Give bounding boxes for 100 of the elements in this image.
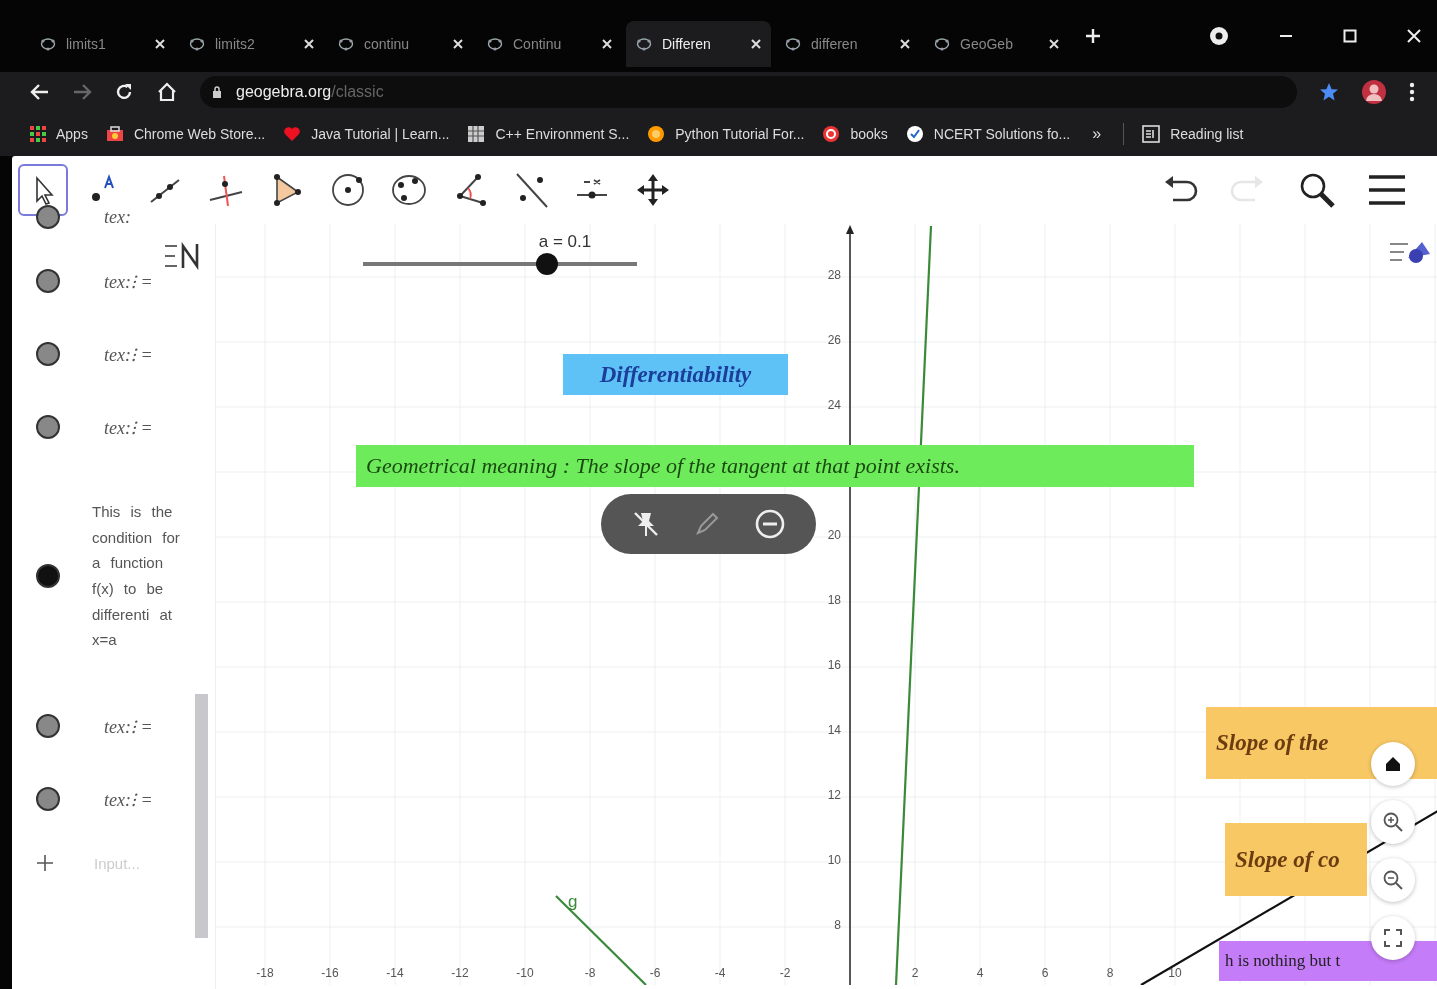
browser-tab[interactable]: limits2 [179,21,324,67]
visibility-toggle[interactable] [36,268,60,293]
algebra-text: tex:⁝ = [104,270,153,293]
geogebra-logo-icon [40,37,56,51]
fullscreen-button[interactable] [1371,916,1415,960]
visibility-toggle[interactable] [36,341,60,366]
store-icon [105,126,124,142]
text-box: Geometrical meaning : The slope of the tangent at that point exists. [356,445,1194,487]
reading-list-icon [1142,125,1161,143]
reload-icon[interactable] [114,82,134,102]
bookmark[interactable]: Python Tutorial For... [647,125,805,143]
visibility-toggle[interactable] [36,786,60,811]
geogebra-logo-icon [785,37,801,51]
zoom-out-button[interactable] [1371,858,1415,902]
lock-icon [212,86,222,98]
geogebra-logo-icon [636,37,652,51]
axis-label: 26 [826,333,841,347]
text-box: h is nothing but t [1219,941,1437,981]
apps-grid-icon [30,126,46,142]
forward-arrow-icon[interactable] [72,83,92,101]
axis-label: 12 [826,788,841,802]
circle-icon [822,125,841,143]
bookmark[interactable]: Apps [30,126,88,142]
menu-icon[interactable] [1367,172,1407,208]
algebra-text: This is the condition for a function f(x) to be differenti at x=a [92,501,181,651]
browser-tab[interactable]: Continu [477,21,622,67]
close-icon[interactable] [751,39,761,49]
axis-label: -10 [515,966,535,980]
geogebra-logo-icon [189,37,205,51]
scrollbar[interactable] [195,694,208,938]
browser-tab[interactable]: continu [328,21,473,67]
axis-label: 10 [826,853,841,867]
visibility-toggle[interactable] [36,205,60,229]
axis-label: 10 [1167,966,1183,980]
visibility-toggle[interactable] [36,414,60,439]
address-field[interactable]: geogebra.org/classic [200,76,1297,108]
axis-label: 16 [826,658,841,672]
bookmark[interactable]: books [822,125,888,143]
close-icon[interactable] [155,39,165,49]
geogebra-logo-icon [934,37,950,51]
axis-label: -4 [713,966,727,980]
zoom-in-button[interactable] [1371,800,1415,844]
axis-label: -2 [778,966,792,980]
minus-circle-icon[interactable] [754,508,787,540]
slider-thumb[interactable] [535,253,558,275]
close-icon[interactable] [453,39,463,49]
maximize-icon[interactable] [1343,29,1357,43]
text-box: Differentiability [563,354,788,395]
more-bookmarks-button[interactable]: » [1088,125,1106,143]
bookmark[interactable]: C++ Environment S... [467,125,630,143]
home-icon[interactable] [156,82,178,102]
new-tab-icon[interactable] [1085,28,1101,44]
reading-list[interactable]: Reading list [1142,125,1244,143]
axis-label: 2 [910,966,920,980]
browser-tab[interactable]: GeoGeb [924,21,1069,67]
browser-tab[interactable]: differen [775,21,920,67]
grid-icon [467,125,486,143]
axis-label: 6 [1040,966,1050,980]
shield-icon [905,125,924,143]
axis-label: -8 [583,966,597,980]
axis-label: -16 [320,966,340,980]
zoom-in-icon [1382,811,1404,833]
axis-label: 8 [833,918,841,932]
algebra-text: tex:⁝ = [104,343,153,366]
axis-label: -18 [255,966,275,980]
axis-label: 18 [826,593,841,607]
browser-tab[interactable]: Differen [626,21,771,67]
record-icon[interactable] [1209,26,1229,46]
close-icon[interactable] [900,39,910,49]
visibility-toggle[interactable] [36,713,60,738]
axis-label: 14 [826,723,841,737]
fullscreen-icon [1383,928,1403,948]
home-icon [1384,755,1402,773]
geogebra-logo-icon [338,37,354,51]
zoom-out-icon [1382,869,1404,891]
plus-icon[interactable] [36,854,54,872]
close-icon[interactable] [602,39,612,49]
bookmark[interactable]: Java Tutorial | Learn... [283,126,450,142]
text-box: Slope of co [1225,823,1367,896]
algebra-text: tex:⁝ = [104,416,153,439]
close-icon[interactable] [1407,29,1421,43]
curve-label: g [568,892,578,912]
heart-icon [283,126,302,142]
slider-label: a = 0.1 [538,232,592,252]
axis-label: 4 [975,966,985,980]
star-icon[interactable] [1319,82,1339,102]
text-box: Slope of the [1206,707,1437,779]
browser-tab[interactable]: limits1 [30,21,175,67]
geogebra-logo-icon [487,37,503,51]
visibility-toggle[interactable] [36,564,60,588]
axis-label: -14 [385,966,405,980]
back-arrow-icon[interactable] [30,83,50,101]
algebra-text: tex: [104,206,131,228]
bookmark[interactable]: NCERT Solutions fo... [905,125,1071,143]
close-icon[interactable] [1049,39,1059,49]
axis-label: 20 [826,528,841,542]
menu-kebab-icon[interactable] [1409,82,1415,102]
bookmark[interactable]: Chrome Web Store... [105,126,266,142]
avatar-icon[interactable] [1361,79,1387,105]
close-icon[interactable] [304,39,314,49]
